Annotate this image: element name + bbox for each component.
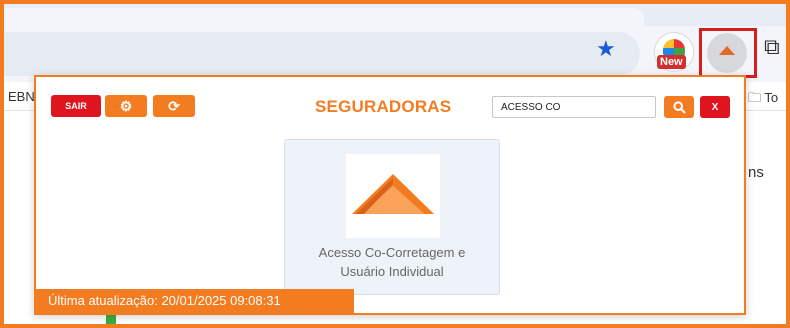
insurer-name-line1: Acesso Co-Corretagem e — [318, 245, 466, 260]
insurer-name: Acesso Co-Corretagem e Usuário Individua… — [285, 243, 499, 281]
logout-button[interactable]: SAIR — [51, 95, 101, 117]
last-update-status: Última atualização: 20/01/2025 09:08:31 — [36, 289, 354, 313]
background-page-text: ns — [748, 164, 764, 181]
refresh-button[interactable]: ⟳ — [153, 95, 195, 117]
new-badge: New — [657, 55, 686, 69]
bookmark-folder[interactable]: 🗀 To — [748, 89, 778, 111]
orange-roof-logo-icon — [352, 174, 434, 214]
settings-button[interactable]: ⚙ — [105, 95, 147, 117]
popup-title: SEGURADORAS — [315, 97, 452, 116]
search-icon — [672, 100, 686, 114]
bookmark-folder-label: To — [764, 90, 779, 105]
search-button[interactable] — [664, 96, 694, 118]
browser-tab-strip — [4, 4, 786, 26]
bookmark-star-icon[interactable]: ★ — [596, 38, 616, 60]
clear-search-button[interactable]: X — [700, 96, 730, 118]
folder-icon: 🗀 — [748, 90, 762, 105]
search-input[interactable] — [492, 96, 656, 118]
browser-toolbar: ★ New ⧉ — [4, 26, 786, 82]
insurer-card[interactable]: Acesso Co-Corretagem e Usuário Individua… — [284, 139, 500, 295]
insurer-logo — [346, 154, 440, 238]
address-bar[interactable] — [4, 32, 640, 76]
insurer-name-line2: Usuário Individual — [340, 264, 444, 279]
bookmark-item[interactable]: EBN — [8, 89, 35, 104]
screenshot-frame: ★ New ⧉ EBN 🗀 To ns SAIR ⚙ ⟳ SEGURADORAS… — [0, 0, 790, 328]
refresh-icon: ⟳ — [168, 97, 180, 114]
extension-new-icon[interactable]: New — [654, 32, 694, 72]
extension-popup: SAIR ⚙ ⟳ SEGURADORAS X Acesso Co-Correta… — [34, 75, 746, 315]
gear-icon: ⚙ — [119, 97, 133, 114]
highlight-box — [699, 28, 757, 78]
extensions-puzzle-icon[interactable]: ⧉ — [764, 36, 780, 58]
browser-tab[interactable] — [4, 8, 644, 26]
